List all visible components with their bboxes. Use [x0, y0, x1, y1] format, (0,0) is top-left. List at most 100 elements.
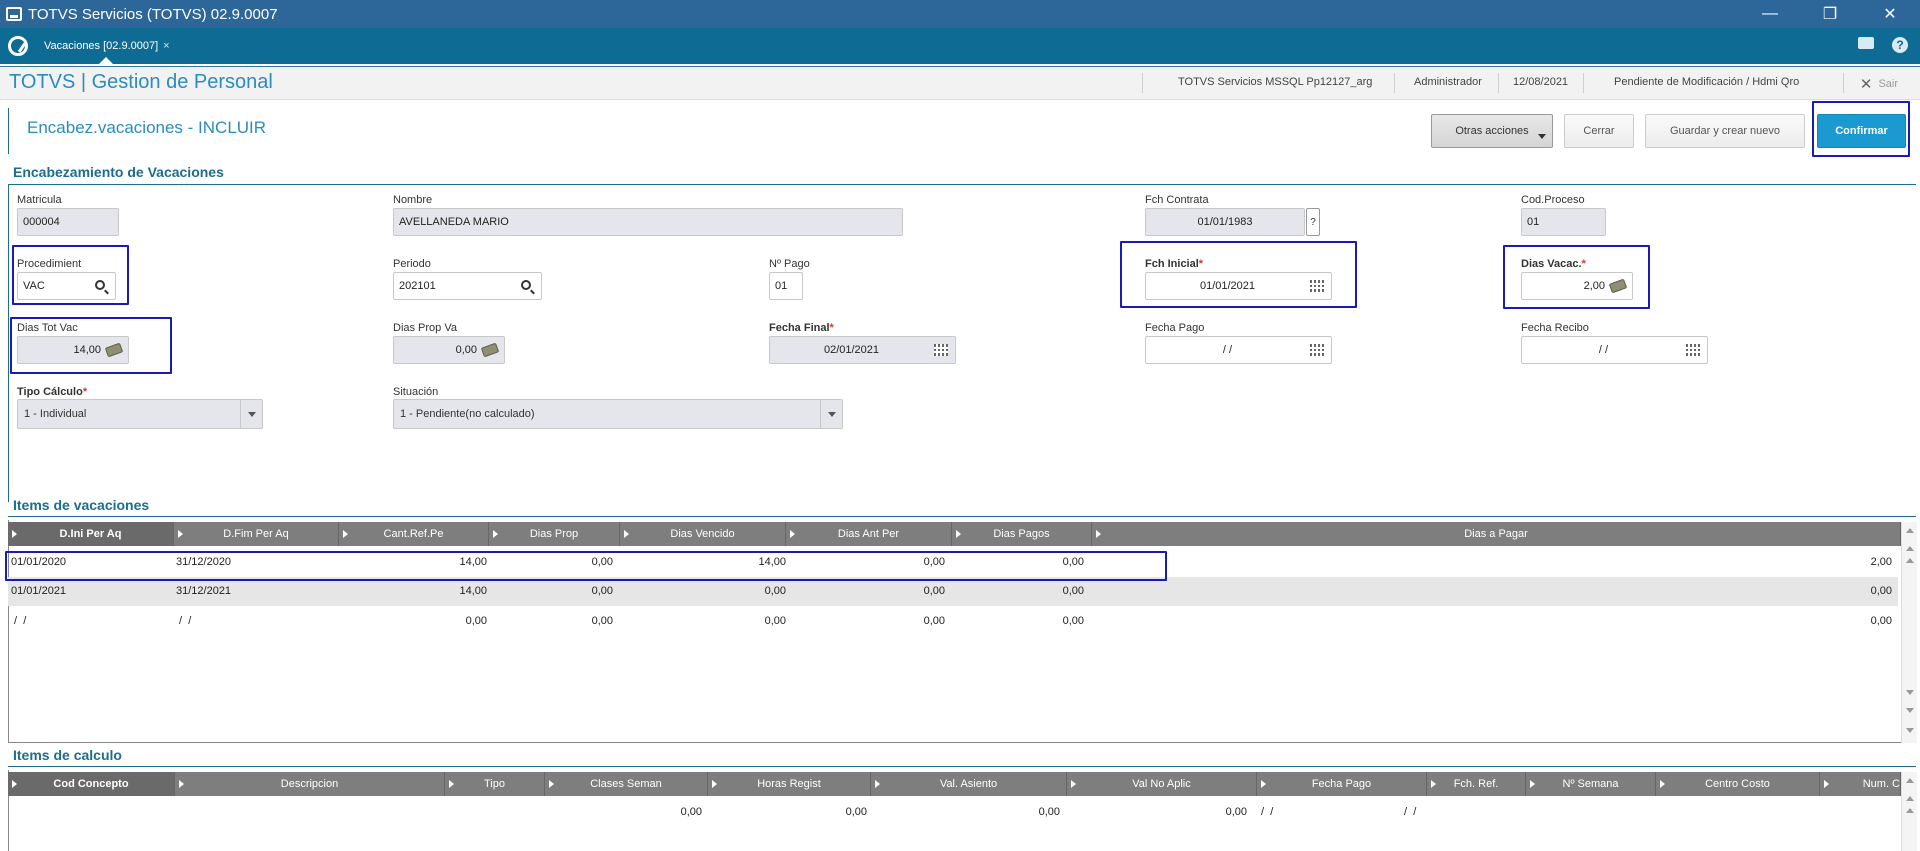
- scroll-up-icon[interactable]: [1906, 546, 1914, 551]
- column-header[interactable]: Dias Vencido: [620, 522, 786, 546]
- totvs-logo-icon[interactable]: [8, 36, 28, 56]
- section-title-items-calculo: Items de calculo: [13, 747, 122, 763]
- table-cell: 0,00: [1062, 585, 1084, 597]
- column-header[interactable]: Fch. Ref.: [1427, 772, 1526, 796]
- table-row[interactable]: 01/01/2021 31/12/2021 14,00 0,00 0,00 0,…: [8, 577, 1898, 606]
- periodo-label: Periodo: [393, 258, 431, 270]
- form-left-border: [8, 108, 9, 154]
- table-row[interactable]: / / / / 0,00 0,00 0,00 0,00 0,00 0,00: [8, 607, 1898, 636]
- money-icon[interactable]: [480, 341, 500, 359]
- chevron-down-icon[interactable]: [820, 400, 842, 428]
- search-icon[interactable]: [92, 277, 110, 295]
- column-header[interactable]: Dias a Pagar: [1092, 522, 1901, 546]
- calendar-icon[interactable]: [932, 341, 950, 359]
- fecha-pago-field[interactable]: / /: [1145, 336, 1332, 364]
- restore-button[interactable]: ❐: [1800, 0, 1860, 28]
- fecha-final-label: Fecha Final*: [769, 322, 834, 334]
- close-window-button[interactable]: ✕: [1860, 0, 1920, 28]
- nro-pago-field[interactable]: 01: [769, 272, 803, 300]
- column-header[interactable]: Dias Ant Per: [786, 522, 952, 546]
- column-header[interactable]: Centro Costo: [1656, 772, 1820, 796]
- money-icon[interactable]: [104, 341, 124, 359]
- column-header[interactable]: Val. Asiento: [871, 772, 1067, 796]
- table-cell: 31/12/2020: [176, 556, 232, 568]
- tab-close-icon[interactable]: ×: [163, 40, 169, 52]
- calendar-icon[interactable]: [1308, 277, 1326, 295]
- confirm-button[interactable]: Confirmar: [1817, 114, 1906, 148]
- form-title: Encabez.vacaciones - INCLUIR: [27, 118, 267, 137]
- scroll-up-icon[interactable]: [1906, 808, 1914, 813]
- help-button[interactable]: ?: [1306, 208, 1320, 236]
- table-row[interactable]: 0,00 0,00 0,00 0,00 / / / /: [8, 798, 1898, 827]
- fecha-recibo-field[interactable]: / /: [1521, 336, 1708, 364]
- money-icon[interactable]: [1608, 277, 1628, 295]
- procedimiento-field[interactable]: VAC: [17, 272, 116, 300]
- help-icon[interactable]: ?: [1892, 37, 1908, 53]
- other-actions-button[interactable]: Otras acciones: [1431, 114, 1553, 148]
- cancel-button[interactable]: Cerrar: [1564, 114, 1634, 148]
- fch-contrata-field[interactable]: 01/01/1983: [1145, 208, 1305, 236]
- column-header-label: Dias Ant Per: [837, 528, 900, 540]
- app-header: TOTVS | Gestion de Personal TOTVS Servic…: [0, 66, 1920, 100]
- matricula-field[interactable]: 000004: [17, 208, 119, 236]
- column-header[interactable]: Fecha Pago: [1257, 772, 1427, 796]
- calendar-icon[interactable]: [1684, 341, 1702, 359]
- calculo-grid-header: Cod Concepto Descripcion Tipo Clases Sem…: [8, 772, 1901, 796]
- column-header[interactable]: Nº Semana: [1526, 772, 1656, 796]
- column-header[interactable]: Dias Pagos: [952, 522, 1092, 546]
- table-row[interactable]: 01/01/2020 31/12/2020 14,00 0,00 14,00 0…: [8, 548, 1898, 577]
- scroll-up-icon[interactable]: [1906, 778, 1914, 783]
- minimize-button[interactable]: —: [1740, 0, 1800, 28]
- scroll-down-icon[interactable]: [1906, 728, 1914, 733]
- table-cell: 0,00: [1062, 615, 1084, 627]
- scroll-down-icon[interactable]: [1906, 708, 1914, 713]
- column-header[interactable]: D.Fim Per Aq: [174, 522, 339, 546]
- column-header[interactable]: Tipo: [445, 772, 545, 796]
- dias-tot-vac-field[interactable]: 14,00: [17, 336, 129, 364]
- column-header[interactable]: Cant.Ref.Pe: [339, 522, 489, 546]
- column-header-label: Dias Pagos: [993, 528, 1050, 540]
- tipo-calculo-select[interactable]: 1 - Individual: [17, 399, 263, 429]
- scroll-up-icon[interactable]: [1906, 558, 1914, 563]
- scroll-up-icon[interactable]: [1906, 528, 1914, 533]
- column-header[interactable]: Clases Seman: [545, 772, 708, 796]
- exit-button[interactable]: ✕ Sair: [1860, 75, 1898, 93]
- dias-prop-va-value: 0,00: [455, 344, 477, 356]
- app-icon: [6, 7, 22, 21]
- column-header[interactable]: Dias Prop: [489, 522, 620, 546]
- column-header[interactable]: D.Ini Per Aq: [8, 522, 174, 546]
- search-icon[interactable]: [518, 277, 536, 295]
- column-header[interactable]: Horas Regist: [708, 772, 871, 796]
- column-header[interactable]: Val No Aplic: [1067, 772, 1257, 796]
- periodo-field[interactable]: 202101: [393, 272, 542, 300]
- save-new-button[interactable]: Guardar y crear nuevo: [1645, 114, 1805, 148]
- chevron-down-icon[interactable]: [240, 400, 262, 428]
- fch-inicial-field[interactable]: 01/01/2021: [1145, 272, 1332, 300]
- calculo-scrollbar[interactable]: [1901, 772, 1917, 851]
- fecha-final-field[interactable]: 02/01/2021: [769, 336, 956, 364]
- dias-vacac-field[interactable]: 2,00: [1521, 272, 1633, 300]
- calendar-icon[interactable]: [1308, 341, 1326, 359]
- table-cell: 0,00: [1870, 615, 1892, 627]
- scroll-down-icon[interactable]: [1906, 690, 1914, 695]
- column-header[interactable]: Cod Concepto: [8, 772, 175, 796]
- scroll-up-icon[interactable]: [1906, 796, 1914, 801]
- cod-proceso-field[interactable]: 01: [1521, 208, 1606, 236]
- column-header-label: Centro Costo: [1705, 778, 1770, 790]
- column-header[interactable]: Num. C: [1820, 772, 1901, 796]
- mail-icon[interactable]: [1858, 37, 1874, 49]
- user-label: Administrador: [1414, 76, 1482, 88]
- fecha-recibo-label: Fecha Recibo: [1521, 322, 1589, 334]
- dias-prop-va-field[interactable]: 0,00: [393, 336, 505, 364]
- fecha-final-label-text: Fecha Final: [769, 322, 830, 334]
- situacion-select[interactable]: 1 - Pendiente(no calculado): [393, 399, 843, 429]
- vacaciones-scrollbar[interactable]: [1901, 522, 1917, 743]
- tab-label: Vacaciones [02.9.0007]: [44, 40, 159, 52]
- nombre-field[interactable]: AVELLANEDA MARIO: [393, 208, 903, 236]
- dias-prop-va-label: Dias Prop Va: [393, 322, 457, 334]
- exit-label: Sair: [1878, 78, 1898, 90]
- table-cell: 0,00: [1870, 585, 1892, 597]
- column-header[interactable]: Descripcion: [175, 772, 445, 796]
- table-cell: 0,00: [764, 585, 786, 597]
- table-cell: 14,00: [459, 585, 487, 597]
